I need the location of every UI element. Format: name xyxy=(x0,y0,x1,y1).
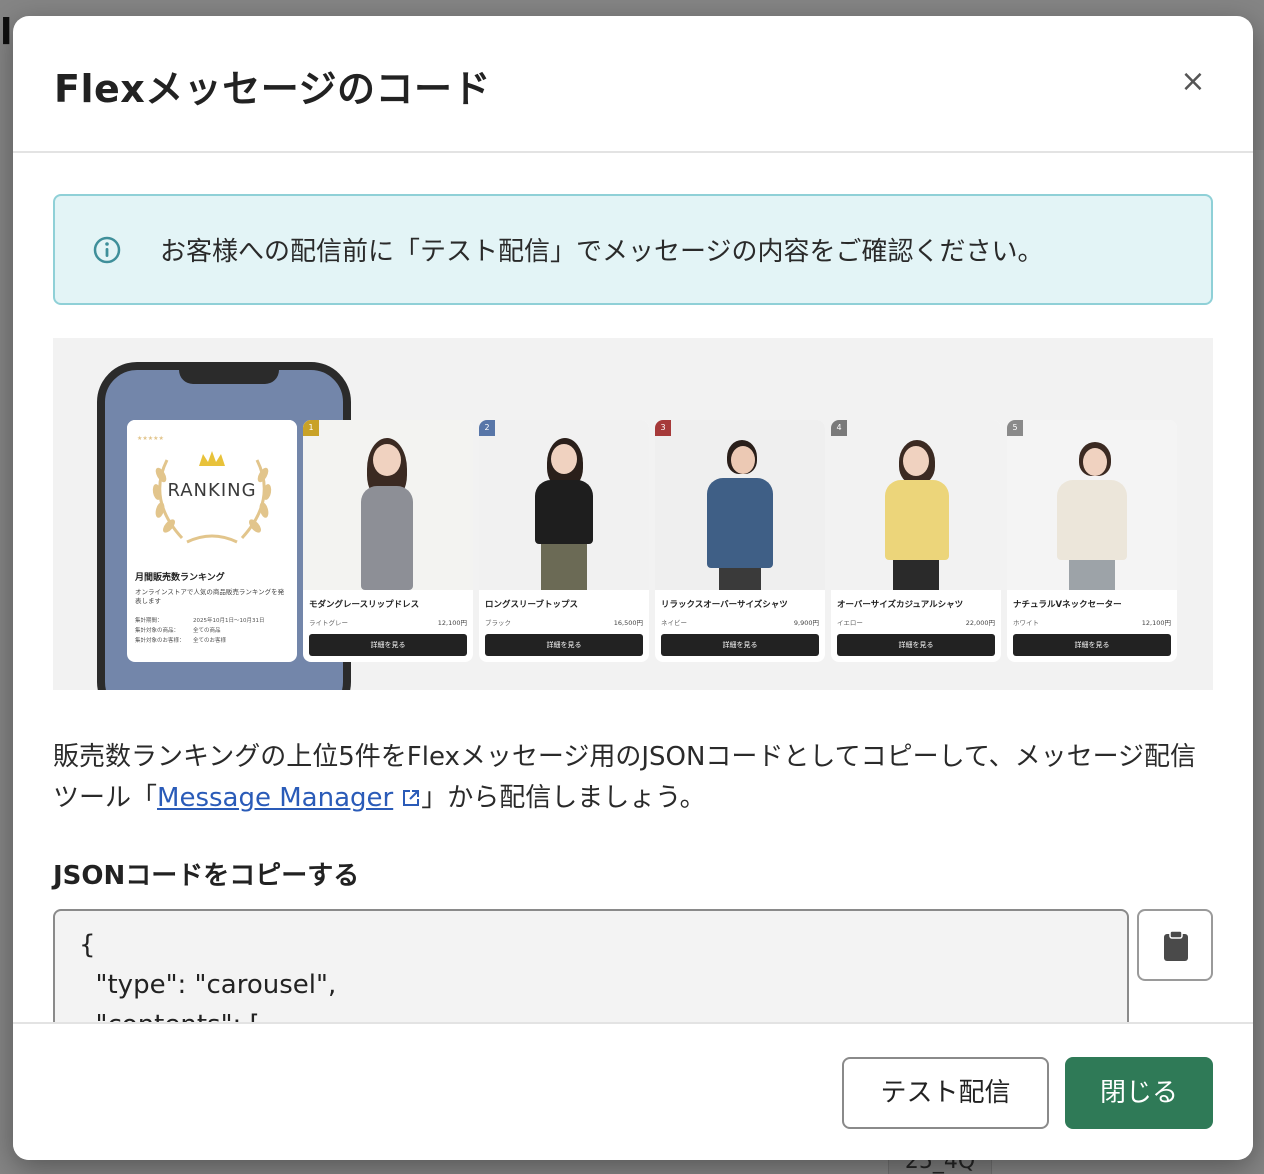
flex-code-modal: Flexメッセージのコード × お客様への配信前に「テスト配信」でメッセージの内… xyxy=(13,16,1253,1160)
info-banner: お客様への配信前に「テスト配信」でメッセージの内容をご確認ください。 xyxy=(53,194,1213,305)
test-send-button[interactable]: テスト配信 xyxy=(842,1057,1049,1129)
product-color: ライトグレー xyxy=(309,619,348,627)
json-code-textarea[interactable]: { "type": "carousel", "contents": [ xyxy=(53,909,1129,1023)
rank-badge: 1 xyxy=(303,420,319,436)
product-detail-button: 詳細を見る xyxy=(1013,634,1171,656)
product-price: 12,100円 xyxy=(1141,619,1171,627)
product-price: 12,100円 xyxy=(437,619,467,627)
rank-badge: 4 xyxy=(831,420,847,436)
clipboard-icon xyxy=(1164,930,1188,961)
product-price: 22,000円 xyxy=(965,619,995,627)
ranking-description: オンラインストアで人気の商品販売ランキングを発表します xyxy=(135,588,285,605)
info-circle-icon xyxy=(93,236,121,264)
rank-badge: 2 xyxy=(479,420,495,436)
product-price: 16,500円 xyxy=(613,619,643,627)
product-name: モダングレースリップドレス xyxy=(309,600,420,610)
product-image xyxy=(655,420,825,590)
product-card: 2 ロングスリーブトップス ブラック 16,500円 詳細を見る xyxy=(479,420,649,662)
modal-footer: テスト配信 閉じる xyxy=(13,1022,1253,1160)
phone-notch xyxy=(179,362,279,384)
json-section-label: JSONコードをコピーする xyxy=(53,861,360,891)
product-name: ロングスリーブトップス xyxy=(485,600,578,610)
rank-badge: 3 xyxy=(655,420,671,436)
ranking-logo-text: RANKING xyxy=(167,480,257,501)
modal-header: Flexメッセージのコード × xyxy=(13,16,1253,153)
copy-button[interactable] xyxy=(1137,909,1213,981)
product-image xyxy=(831,420,1001,590)
product-color: イエロー xyxy=(837,619,863,627)
close-icon[interactable]: × xyxy=(1175,64,1211,100)
ranking-meta-row: 集計期間： 2025年10月1日〜10月31日 xyxy=(135,618,265,624)
product-color: ネイビー xyxy=(661,619,687,627)
product-card: 5 ナチュラルVネックセーター ホワイト 12,100円 詳細を見る xyxy=(1007,420,1177,662)
product-card: 4 オーバーサイズカジュアルシャツ イエロー 22,000円 詳細を見る xyxy=(831,420,1001,662)
ranking-heading: 月間販売数ランキング xyxy=(135,573,225,583)
close-button[interactable]: 閉じる xyxy=(1065,1057,1213,1129)
product-image xyxy=(1007,420,1177,590)
product-image xyxy=(303,420,473,590)
product-detail-button: 詳細を見る xyxy=(485,634,643,656)
ranking-meta-row: 集計対象のお客様： 全てのお客様 xyxy=(135,638,227,644)
ranking-card: ★★★★★ RANKING 月間販売数ランキング オンラインストアで人気の商品販… xyxy=(127,420,297,662)
modal-description: 販売数ランキングの上位5件をFlexメッセージ用のJSONコードとしてコピーして… xyxy=(53,737,1213,819)
modal-title: Flexメッセージのコード xyxy=(54,67,492,111)
product-color: ブラック xyxy=(485,619,511,627)
description-text-after: 」から配信しましょう。 xyxy=(421,783,706,813)
product-card: 1 モダングレースリップドレス ライトグレー 12,100円 詳細を見る xyxy=(303,420,473,662)
product-image xyxy=(479,420,649,590)
product-name: ナチュラルVネックセーター xyxy=(1013,600,1122,610)
product-detail-button: 詳細を見る xyxy=(661,634,819,656)
message-manager-link[interactable]: Message Manager xyxy=(157,783,393,813)
product-name: リラックスオーバーサイズシャツ xyxy=(661,600,788,610)
product-detail-button: 詳細を見る xyxy=(837,634,995,656)
product-color: ホワイト xyxy=(1013,619,1039,627)
modal-body[interactable]: お客様への配信前に「テスト配信」でメッセージの内容をご確認ください。 ★★★★★… xyxy=(13,153,1253,1023)
ranking-meta-row: 集計対象の商品： 全ての商品 xyxy=(135,628,221,634)
banner-text: お客様への配信前に「テスト配信」でメッセージの内容をご確認ください。 xyxy=(160,237,1044,267)
product-detail-button: 詳細を見る xyxy=(309,634,467,656)
product-price: 9,900円 xyxy=(793,619,819,627)
flex-message-preview: ★★★★★ RANKING 月間販売数ランキング オンラインストアで人気の商品販… xyxy=(53,338,1213,690)
svg-text:★★★★★: ★★★★★ xyxy=(137,435,164,442)
ranking-logo: ★★★★★ RANKING xyxy=(127,420,297,560)
rank-badge: 5 xyxy=(1007,420,1023,436)
product-name: オーバーサイズカジュアルシャツ xyxy=(837,600,964,610)
product-card: 3 リラックスオーバーサイズシャツ ネイビー 9,900円 詳細を見る xyxy=(655,420,825,662)
external-link-icon[interactable] xyxy=(401,788,421,808)
